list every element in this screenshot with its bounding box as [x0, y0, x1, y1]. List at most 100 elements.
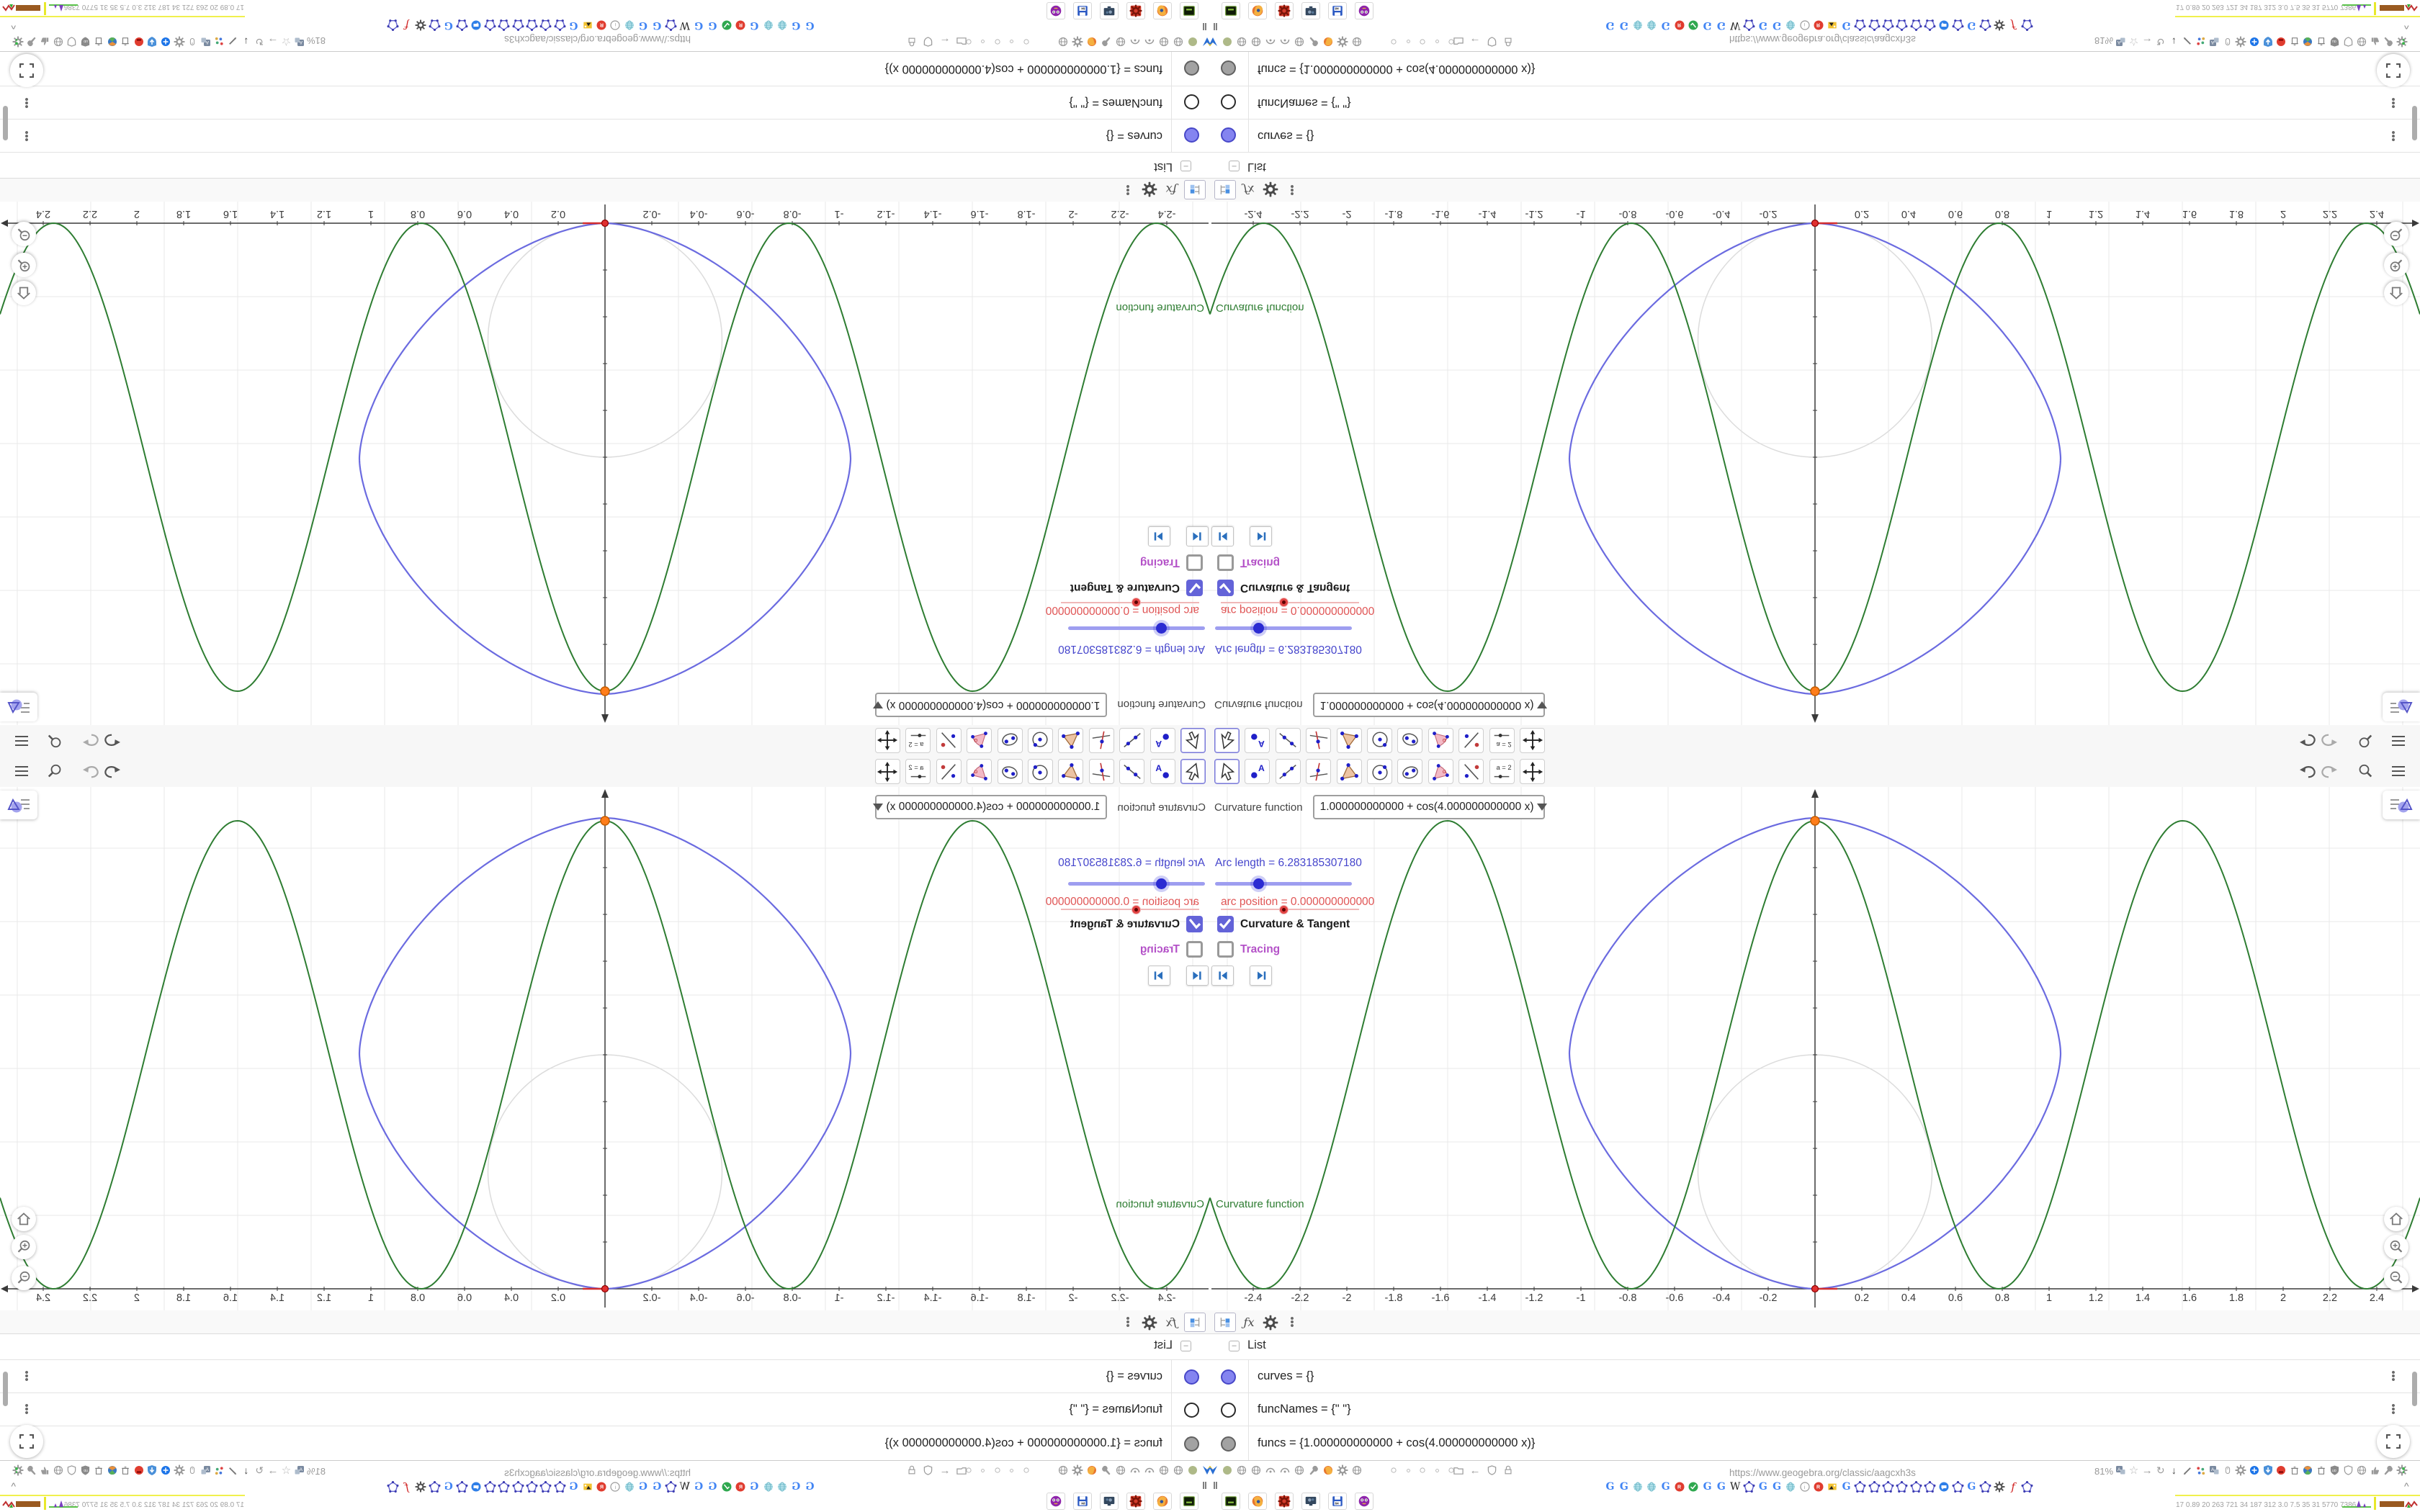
plus-circle-icon[interactable]: [159, 1464, 172, 1477]
favicon-G[interactable]: G: [692, 1480, 706, 1493]
pinned-app-terminal-green[interactable]: [1180, 2, 1198, 19]
gauge-icon[interactable]: [1263, 1464, 1277, 1477]
translate-icon[interactable]: A: [200, 35, 212, 48]
menu-icon[interactable]: [2388, 732, 2408, 750]
pinned-app-red-gear[interactable]: [1275, 2, 1294, 19]
favicon-ggb[interactable]: [1742, 1480, 1756, 1493]
gear-icon[interactable]: [1071, 35, 1085, 48]
tool-button-ellipse[interactable]: [1397, 728, 1423, 753]
tool-button-circle-center-point[interactable]: [1028, 728, 1053, 753]
fx-icon[interactable]: ƒx: [1161, 180, 1181, 199]
arc-position-slider-knob[interactable]: [1280, 598, 1288, 606]
globe-icon[interactable]: [1172, 1464, 1186, 1477]
favicon-ggb[interactable]: [1881, 1480, 1895, 1493]
dna-icon[interactable]: [2195, 1464, 2208, 1477]
favicon-ggb[interactable]: [511, 1480, 525, 1493]
arc-length-slider-knob[interactable]: [1253, 878, 1264, 889]
globe-icon[interactable]: [1057, 35, 1070, 48]
pinned-app-firefox[interactable]: [1153, 1493, 1172, 1510]
algebra-row[interactable]: funcs = {1.000000000000 + cos(4.00000000…: [1210, 52, 2420, 86]
pinned-app-purple-owl[interactable]: [1047, 2, 1065, 19]
gear-icon[interactable]: [1260, 180, 1281, 199]
list-group-row[interactable]: – List: [0, 1333, 1210, 1359]
favicon-globe2[interactable]: [622, 19, 636, 32]
dna-icon[interactable]: [2195, 35, 2208, 48]
arc-length-slider-knob[interactable]: [1156, 878, 1167, 889]
lock-icon[interactable]: [1501, 1464, 1515, 1477]
tab-dot-icon[interactable]: [1402, 37, 1414, 47]
arc-length-slider[interactable]: [1215, 623, 1352, 634]
zoom-out-button[interactable]: [2384, 1266, 2408, 1290]
favicon-gear2[interactable]: [1992, 19, 2006, 32]
home-button[interactable]: [12, 281, 36, 305]
tool-button-move-graphics-view[interactable]: [1520, 759, 1545, 784]
favicon-ggb[interactable]: [1853, 19, 1867, 32]
dropdown-arrow-icon[interactable]: [873, 804, 884, 811]
collapse-icon[interactable]: –: [1180, 1341, 1191, 1351]
fullscreen-button[interactable]: [2377, 54, 2410, 87]
pinned-app-floppy64[interactable]: 64: [1328, 1493, 1347, 1510]
algebra-scrollbar[interactable]: [3, 1372, 8, 1406]
favicon-ggb[interactable]: [1909, 1480, 1923, 1493]
v-pin-icon[interactable]: [1210, 35, 1219, 48]
favicon-G[interactable]: G: [1965, 19, 1978, 32]
pinned-app-floppy64[interactable]: 64: [1328, 2, 1347, 19]
lock-icon[interactable]: [905, 1464, 919, 1477]
kebab-icon[interactable]: • • •: [22, 1367, 32, 1386]
trash-icon[interactable]: [2315, 1464, 2328, 1477]
trash-icon[interactable]: [2288, 35, 2301, 48]
favicon-globe2[interactable]: [761, 1480, 775, 1493]
thumb-icon[interactable]: [39, 35, 52, 48]
favicon-ggb[interactable]: [483, 1480, 497, 1493]
gear-icon[interactable]: [1335, 35, 1349, 48]
globe-icon[interactable]: [1172, 35, 1186, 48]
dropdown-arrow-icon[interactable]: [873, 701, 884, 708]
v-pin-icon[interactable]: [1201, 1464, 1210, 1477]
favicon-ggb[interactable]: [2020, 1480, 2034, 1493]
pinned-app-terminal-green[interactable]: [1222, 2, 1240, 19]
zoom-in-button[interactable]: [2384, 1235, 2408, 1259]
chevron-up-icon[interactable]: ^: [11, 20, 16, 32]
shield-icon[interactable]: [66, 35, 79, 48]
redo-icon[interactable]: [81, 762, 101, 780]
tool-button-slider[interactable]: a = 2: [905, 728, 931, 753]
color-globe-icon[interactable]: [2301, 35, 2314, 48]
firefox-icon[interactable]: [1321, 35, 1335, 48]
tool-button-move-graphics-view[interactable]: [875, 728, 900, 753]
tab-dot-icon[interactable]: [1006, 37, 1018, 47]
algebra-row[interactable]: funcNames = {" "} • • •: [1210, 1392, 2420, 1426]
kebab-icon[interactable]: • • •: [2388, 1400, 2398, 1418]
favicon-fred[interactable]: f: [2007, 19, 2020, 32]
download-icon[interactable]: ↓: [240, 35, 253, 48]
tool-button-circle-center-point[interactable]: [1028, 759, 1053, 784]
favicon-G[interactable]: G: [1659, 1480, 1672, 1493]
favicon-ggb[interactable]: [664, 1480, 678, 1493]
trash-icon[interactable]: [2288, 1464, 2301, 1477]
favicon-ggb[interactable]: [1923, 19, 1937, 32]
tab-dot-icon[interactable]: [1402, 1465, 1414, 1475]
gauge-icon[interactable]: [1278, 1464, 1291, 1477]
olive-dot-icon[interactable]: [1220, 35, 1234, 48]
favicon-chat[interactable]: [470, 1480, 483, 1493]
tracing-checkbox[interactable]: [1186, 941, 1203, 958]
favicon-ggb[interactable]: [428, 19, 442, 32]
thumb-icon[interactable]: [2368, 35, 2381, 48]
arrow-right-icon[interactable]: →: [266, 35, 279, 48]
favicon-info[interactable]: i: [1798, 19, 1811, 32]
tool-button-ellipse[interactable]: [1397, 759, 1423, 784]
favicon-G[interactable]: G: [1603, 19, 1617, 32]
home-button[interactable]: [12, 1207, 36, 1231]
tab-dot-icon[interactable]: [1417, 37, 1428, 47]
gauge-icon[interactable]: [1129, 1464, 1142, 1477]
pencil-icon[interactable]: [2181, 1464, 2194, 1477]
search-icon[interactable]: [45, 732, 65, 750]
globe-icon[interactable]: [1157, 35, 1171, 48]
kebab-icon[interactable]: • • •: [2388, 126, 2398, 145]
globe-icon[interactable]: [1292, 35, 1306, 48]
green-dot-icon[interactable]: [2398, 1464, 2408, 1477]
tab-dot-icon[interactable]: [992, 37, 1003, 47]
visibility-marble[interactable]: [1221, 60, 1236, 76]
tool-button-slider[interactable]: a = 2: [1489, 759, 1515, 784]
lock-icon[interactable]: [1501, 35, 1515, 48]
curve-point[interactable]: [600, 686, 610, 696]
